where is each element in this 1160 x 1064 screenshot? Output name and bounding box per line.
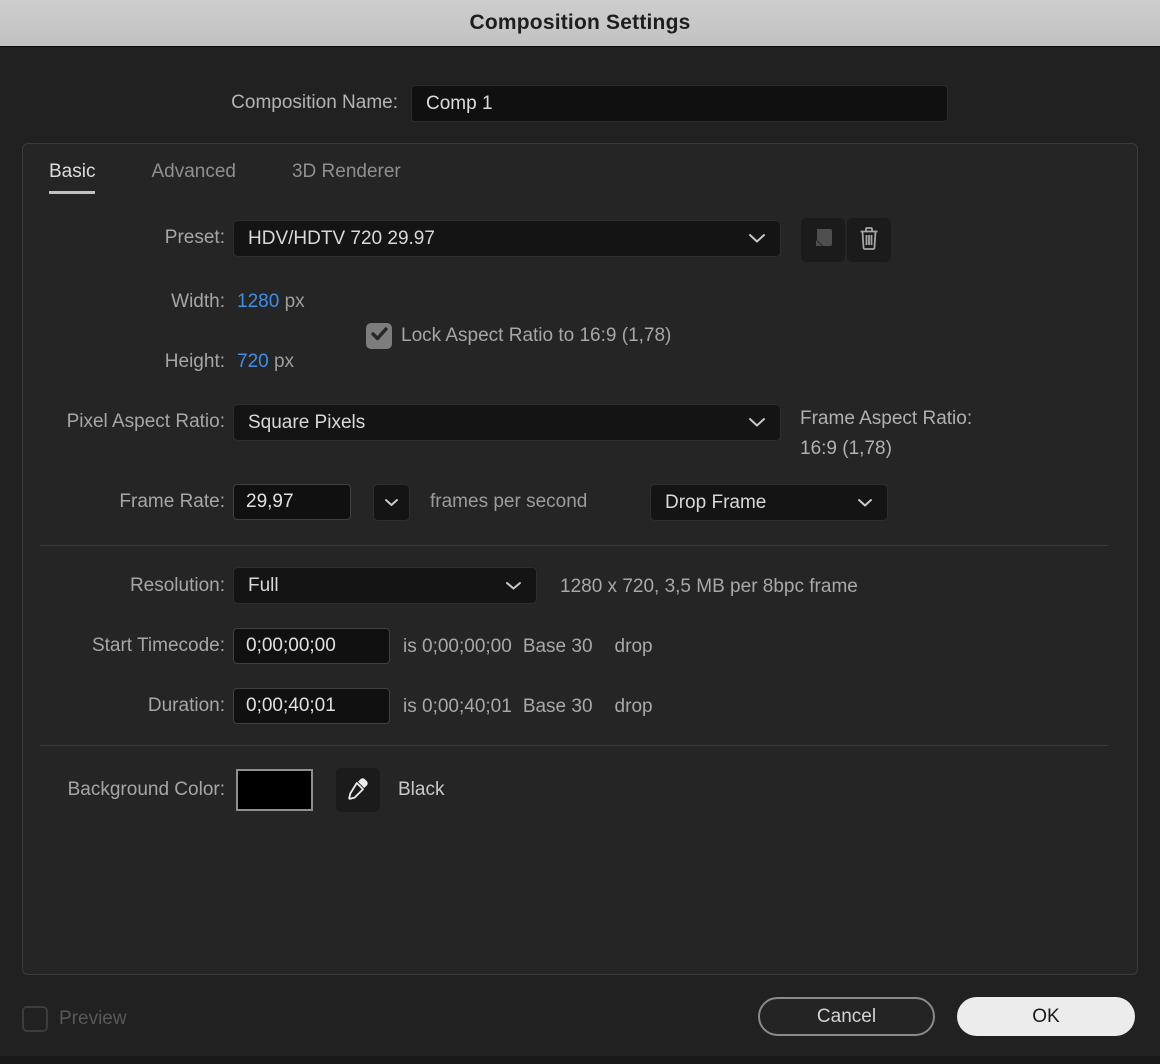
trash-icon xyxy=(857,225,881,256)
save-preset-button[interactable] xyxy=(801,218,845,262)
chevron-down-icon xyxy=(748,417,766,428)
preset-dropdown[interactable]: HDV/HDTV 720 29.97 xyxy=(233,220,781,257)
tab-3d-renderer[interactable]: 3D Renderer xyxy=(292,161,401,194)
frame-rate-preset-dropdown[interactable] xyxy=(373,484,410,521)
background-color-label: Background Color: xyxy=(67,779,225,800)
eyedropper-button[interactable] xyxy=(336,768,380,812)
tab-advanced[interactable]: Advanced xyxy=(151,161,236,194)
duration-is: is 0;00;40;01 xyxy=(403,696,512,717)
height-value-row: 720 px xyxy=(237,351,294,373)
chevron-down-icon xyxy=(384,498,399,507)
preview-checkbox[interactable] xyxy=(22,1006,48,1032)
composition-name-input[interactable] xyxy=(411,85,948,122)
window-bottom-edge xyxy=(0,1056,1160,1064)
width-value[interactable]: 1280 xyxy=(237,291,279,312)
frames-per-second-label: frames per second xyxy=(430,491,588,512)
height-label: Height: xyxy=(164,351,225,372)
frame-rate-label: Frame Rate: xyxy=(119,491,225,512)
start-timecode-info-row: is 0;00;00;00 Base 30 drop xyxy=(403,636,653,658)
duration-base: Base 30 xyxy=(522,696,593,717)
background-color-name: Black xyxy=(398,779,445,800)
composition-name-label: Composition Name: xyxy=(231,92,398,113)
height-unit: px xyxy=(273,351,295,372)
start-timecode-drop: drop xyxy=(614,636,653,657)
delete-preset-button[interactable] xyxy=(847,218,891,262)
preset-value: HDV/HDTV 720 29.97 xyxy=(248,227,435,249)
duration-label: Duration: xyxy=(147,695,225,716)
checkmark-icon xyxy=(370,326,388,346)
start-timecode-base: Base 30 xyxy=(522,636,593,657)
frame-aspect-ratio-value: 16:9 (1,78) xyxy=(800,438,892,459)
preset-label: Preset: xyxy=(164,227,225,248)
pixel-aspect-ratio-value: Square Pixels xyxy=(248,411,366,433)
dialog-title: Composition Settings xyxy=(469,11,691,34)
ok-button[interactable]: OK xyxy=(957,997,1135,1036)
eyedropper-icon xyxy=(346,776,370,805)
resolution-info: 1280 x 720, 3,5 MB per 8bpc frame xyxy=(560,576,858,597)
resolution-value: Full xyxy=(248,574,279,596)
pixel-aspect-ratio-dropdown[interactable]: Square Pixels xyxy=(233,404,781,441)
save-preset-icon xyxy=(811,226,835,255)
divider xyxy=(40,745,1108,746)
lock-aspect-checkbox[interactable] xyxy=(366,323,392,349)
resolution-label: Resolution: xyxy=(129,575,225,596)
cancel-button[interactable]: Cancel xyxy=(758,997,935,1036)
width-label: Width: xyxy=(171,291,225,312)
duration-drop: drop xyxy=(614,696,653,717)
duration-info-row: is 0;00;40;01 Base 30 drop xyxy=(403,696,653,718)
resolution-dropdown[interactable]: Full xyxy=(233,567,537,604)
lock-aspect-label: Lock Aspect Ratio to 16:9 (1,78) xyxy=(401,325,672,346)
pixel-aspect-ratio-label: Pixel Aspect Ratio: xyxy=(66,411,225,432)
drop-frame-dropdown[interactable]: Drop Frame xyxy=(650,484,888,521)
duration-input[interactable] xyxy=(233,688,390,724)
start-timecode-is: is 0;00;00;00 xyxy=(403,636,512,657)
chevron-down-icon xyxy=(748,233,766,244)
chevron-down-icon xyxy=(505,581,522,591)
chevron-down-icon xyxy=(857,498,873,508)
frame-rate-input[interactable] xyxy=(233,484,351,520)
tab-bar: Basic Advanced 3D Renderer xyxy=(49,161,401,194)
background-color-swatch[interactable] xyxy=(236,769,313,811)
lock-aspect-row: Lock Aspect Ratio to 16:9 (1,78) xyxy=(366,323,671,349)
drop-frame-value: Drop Frame xyxy=(665,491,767,513)
divider xyxy=(40,545,1108,546)
preview-row: Preview xyxy=(22,1006,127,1032)
frame-aspect-ratio-title: Frame Aspect Ratio: xyxy=(800,408,973,429)
start-timecode-label: Start Timecode: xyxy=(91,635,225,656)
start-timecode-input[interactable] xyxy=(233,628,390,664)
preview-label: Preview xyxy=(59,1008,127,1029)
dialog-titlebar: Composition Settings xyxy=(0,0,1160,47)
width-unit: px xyxy=(284,291,305,312)
composition-settings-dialog: { "title": "Composition Settings", "comp… xyxy=(0,0,1160,1064)
settings-panel xyxy=(22,143,1138,975)
height-value[interactable]: 720 xyxy=(237,351,269,372)
width-value-row: 1280 px xyxy=(237,291,305,313)
tab-basic[interactable]: Basic xyxy=(49,161,96,194)
